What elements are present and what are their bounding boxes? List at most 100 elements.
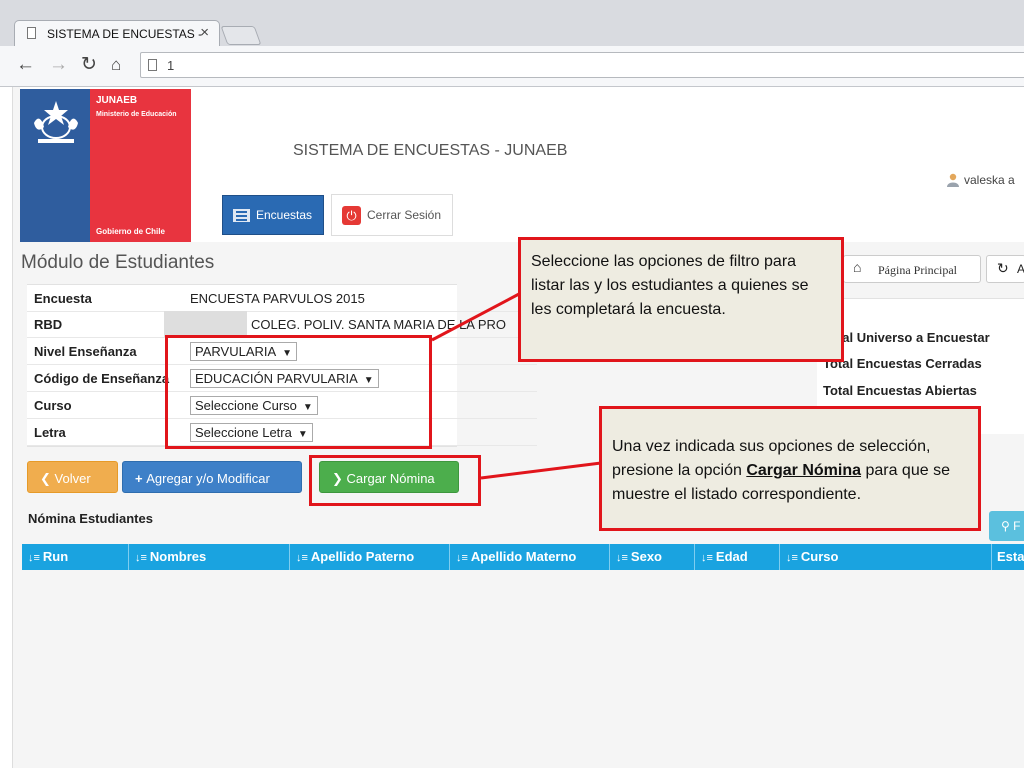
logo-brand: JUNAEB <box>96 95 138 106</box>
load-instruction-bold: Cargar Nómina <box>746 462 862 479</box>
home-icon: ⌂ <box>853 261 862 276</box>
column-header-course[interactable]: ↓≡ Curso <box>780 544 992 570</box>
column-label: ↓≡ Curso <box>786 549 838 564</box>
search-icon: ⚲ <box>1001 519 1010 533</box>
user-name: valeska a <box>964 173 1015 187</box>
address-bar[interactable]: 1 <box>140 52 1024 78</box>
column-text: Sexo <box>630 549 662 564</box>
stat-closed: Total Encuestas Cerradas <box>823 356 982 371</box>
sort-icon: ↓≡ <box>701 552 713 564</box>
logo-government: Gobierno de Chile <box>96 227 165 236</box>
search-button-label: ⚲ F <box>1001 519 1020 533</box>
filter-highlight-box <box>165 335 432 449</box>
level-label: Nivel Enseñanza <box>34 344 137 359</box>
tab-title: SISTEMA DE ENCUESTAS - <box>47 27 203 41</box>
back-button-label: ❮ Volver <box>40 471 91 487</box>
column-header-names[interactable]: ↓≡ Nombres <box>129 544 290 570</box>
letter-label: Letra <box>34 425 66 440</box>
sort-icon: ↓≡ <box>456 552 468 564</box>
load-highlight-box <box>309 455 481 506</box>
coat-of-arms-icon <box>34 101 78 143</box>
home-icon[interactable]: ⌂ <box>111 54 121 76</box>
browser-toolbar: ← → ↻ ⌂ 1 <box>0 46 1024 87</box>
sort-icon: ↓≡ <box>28 552 40 564</box>
sort-icon: ↓≡ <box>135 552 147 564</box>
search-button[interactable]: ⚲ F <box>989 511 1024 541</box>
refresh-button[interactable]: ↻ A <box>986 255 1024 283</box>
rbd-school-name: COLEG. POLIV. SANTA MARIA DE LA PRO <box>251 317 507 332</box>
column-label: ↓≡ Edad <box>701 549 748 564</box>
student-table-header: ↓≡ Run ↓≡ Nombres ↓≡ Apellido Paterno ↓≡ Ape… <box>22 544 1024 570</box>
column-header-run[interactable]: ↓≡ Run <box>22 544 129 570</box>
document-icon <box>148 59 157 71</box>
survey-label: Encuesta <box>34 291 92 306</box>
browser-tabstrip: SISTEMA DE ENCUESTAS - × <box>0 0 1024 46</box>
address-url[interactable]: 1 <box>167 58 174 73</box>
column-text: Nombres <box>149 549 207 564</box>
add-modify-button-label: + Agregar y/o Modificar <box>135 471 270 486</box>
refresh-extra-label: A <box>1017 262 1024 276</box>
page-left-border <box>0 87 13 768</box>
forward-arrow-icon[interactable]: → <box>49 54 68 76</box>
back-label-text: Volver <box>54 471 91 486</box>
nav-surveys-label: Encuestas <box>256 208 313 222</box>
code-label: Código de Enseñanza <box>34 371 170 386</box>
student-table-body <box>22 570 1024 768</box>
column-header-sex[interactable]: ↓≡ Sexo <box>610 544 695 570</box>
home-page-label: Página Principal <box>878 263 957 277</box>
column-label: ↓≡ Sexo <box>616 549 662 564</box>
new-tab-button[interactable] <box>220 26 262 45</box>
add-modify-label-text: Agregar y/o Modificar <box>146 471 270 486</box>
stat-open: Total Encuestas Abiertas <box>823 383 977 398</box>
browser-tab[interactable]: SISTEMA DE ENCUESTAS - × <box>14 20 220 46</box>
chevron-left-icon: ❮ <box>40 471 55 486</box>
user-icon <box>947 173 959 187</box>
list-icon <box>233 209 250 222</box>
column-label: ↓≡ Apellido Paterno <box>296 549 414 564</box>
nav-surveys-button[interactable]: Encuestas <box>222 195 324 235</box>
reload-icon[interactable]: ↻ <box>81 54 97 76</box>
user-menu[interactable]: valeska a <box>946 173 1015 187</box>
column-header-paternal[interactable]: ↓≡ Apellido Paterno <box>290 544 450 570</box>
nav-logout-button[interactable]: ⏻ Cerrar Sesión <box>331 194 453 236</box>
sort-icon: ↓≡ <box>616 552 628 564</box>
column-text: Run <box>42 549 69 564</box>
column-header-maternal[interactable]: ↓≡ Apellido Materno <box>450 544 610 570</box>
power-icon: ⏻ <box>342 206 361 225</box>
sort-icon: ↓≡ <box>296 552 308 564</box>
form-row-survey: Encuesta ENCUESTA PARVULOS 2015 <box>27 285 537 312</box>
add-modify-button[interactable]: + Agregar y/o Modificar <box>122 461 302 493</box>
column-header-status[interactable]: Esta <box>992 544 1024 570</box>
form-row-rbd: RBD COLEG. POLIV. SANTA MARIA DE LA PRO <box>27 311 537 338</box>
home-page-button[interactable]: ⌂ Página Principal <box>843 255 981 283</box>
course-label: Curso <box>34 398 72 413</box>
back-button[interactable]: ❮ Volver <box>27 461 118 493</box>
load-instruction-callout: Una vez indicada sus opciones de selecci… <box>599 406 981 531</box>
plus-icon: + <box>135 471 147 486</box>
document-icon <box>27 27 36 39</box>
back-arrow-icon[interactable]: ← <box>16 54 35 76</box>
filter-instruction-callout: Seleccione las opciones de filtro para l… <box>518 237 844 362</box>
column-text: Apellido Materno <box>470 549 577 564</box>
column-text: Apellido Paterno <box>310 549 415 564</box>
column-label: ↓≡ Apellido Materno <box>456 549 576 564</box>
module-title: Módulo de Estudiantes <box>21 252 215 273</box>
rbd-label: RBD <box>34 317 63 332</box>
logo-ministry: Ministerio de Educación <box>96 111 177 118</box>
site-header: JUNAEB Ministerio de Educación Gobierno … <box>20 87 1024 242</box>
sort-icon: ↓≡ <box>786 552 798 564</box>
tab-close-icon[interactable]: × <box>200 24 209 41</box>
survey-value: ENCUESTA PARVULOS 2015 <box>190 291 365 306</box>
rbd-code-redacted <box>164 311 247 337</box>
column-text: Edad <box>715 549 748 564</box>
stat-universe: Total Universo a Encuestar <box>823 330 990 345</box>
column-label: Esta <box>997 549 1024 564</box>
column-label: ↓≡ Nombres <box>135 549 206 564</box>
junaeb-logo[interactable]: JUNAEB Ministerio de Educación Gobierno … <box>20 89 191 242</box>
column-label: ↓≡ Run <box>28 549 68 564</box>
app-title: SISTEMA DE ENCUESTAS - JUNAEB <box>293 142 568 159</box>
refresh-icon: ↻ <box>997 260 1009 276</box>
column-text: Curso <box>800 549 839 564</box>
list-title: Nómina Estudiantes <box>28 511 153 526</box>
column-header-age[interactable]: ↓≡ Edad <box>695 544 780 570</box>
